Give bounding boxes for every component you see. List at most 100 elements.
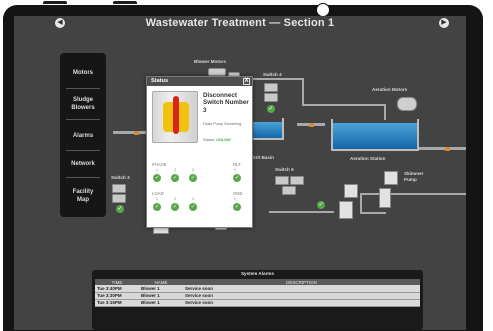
pump-icon[interactable] bbox=[339, 201, 353, 219]
switch3-icon[interactable] bbox=[112, 194, 126, 203]
pump-icon[interactable] bbox=[344, 184, 358, 198]
switch4-icon[interactable] bbox=[264, 93, 278, 102]
skimmer-pump-icon[interactable] bbox=[384, 171, 398, 185]
alarm-description: Service soon bbox=[183, 285, 420, 293]
phase1-ok-icon: ✓ bbox=[153, 174, 161, 182]
status-popup: Status X Disconnect Switch Number 3 Drai… bbox=[146, 76, 253, 228]
switch4-label: Switch 4 bbox=[263, 72, 282, 77]
alarm-description: Service soon bbox=[183, 292, 420, 300]
pipe bbox=[302, 104, 384, 106]
popup-header: Status X bbox=[147, 77, 252, 86]
sidebar-item-alarms[interactable]: Alarms bbox=[60, 133, 106, 141]
switch5-icon[interactable] bbox=[290, 176, 304, 185]
load-num: 3 bbox=[192, 197, 195, 201]
table-row[interactable]: Tue 3:30PM Blower 1 Service soon bbox=[95, 292, 420, 300]
grit-basin-tank[interactable] bbox=[250, 118, 284, 140]
load-label: LOAD bbox=[152, 191, 164, 196]
blower-motors-label: Blower Motors bbox=[194, 59, 226, 64]
dlt-label: DLT bbox=[233, 162, 241, 167]
valve-icon bbox=[309, 122, 314, 127]
phase3-ok-icon: ✓ bbox=[189, 174, 197, 182]
phase-num: 2 bbox=[174, 168, 177, 172]
dlt-ok-icon: ✓ bbox=[233, 174, 241, 182]
table-row[interactable]: Tue 3:15PM Blower 1 Service soon bbox=[95, 299, 420, 307]
device-button bbox=[43, 1, 67, 4]
switch5-ok-icon: ✓ bbox=[317, 201, 325, 209]
camera-icon bbox=[316, 3, 330, 17]
divider bbox=[66, 119, 100, 120]
alarm-name: Blower 1 bbox=[139, 285, 183, 293]
switch5-label: Switch 5 bbox=[275, 167, 294, 172]
device-name: Disconnect Switch Number 3 bbox=[203, 92, 249, 114]
pipe bbox=[360, 193, 362, 213]
divider bbox=[66, 177, 100, 178]
pipe bbox=[252, 78, 302, 80]
gnd-icon: ⏚ bbox=[233, 197, 237, 201]
sidebar-item-sludge-blowers[interactable]: Sludge Blowers bbox=[60, 97, 106, 112]
load-num: 2 bbox=[174, 197, 177, 201]
pipe bbox=[419, 147, 466, 150]
tablet-frame: Wastewater Treatment — Section 1 ◀ ▶ Blo… bbox=[3, 1, 483, 331]
load3-ok-icon: ✓ bbox=[189, 203, 197, 211]
gnd-label: GND bbox=[233, 191, 243, 196]
switch5-icon[interactable] bbox=[275, 176, 289, 185]
divider bbox=[66, 88, 100, 89]
load2-ok-icon: ✓ bbox=[171, 203, 179, 211]
switch-handle bbox=[173, 96, 179, 134]
aeration-station-label: Aeration Station bbox=[350, 156, 386, 161]
pipe bbox=[269, 211, 334, 213]
load-num: 1 bbox=[156, 197, 159, 201]
switch3-icon[interactable] bbox=[112, 184, 126, 193]
alarm-description: Service soon bbox=[183, 299, 420, 307]
alarms-title: System Alarms bbox=[240, 271, 275, 276]
status-label: Status: bbox=[203, 137, 216, 142]
alarm-time: Tue 3:15PM bbox=[95, 299, 139, 307]
device-button bbox=[113, 1, 137, 4]
phase-num: 3 bbox=[192, 168, 195, 172]
phase-label: PHASE bbox=[152, 162, 167, 167]
status-badge: ONLINE bbox=[216, 137, 231, 142]
switch-knob bbox=[163, 96, 189, 134]
alarm-name: Blower 1 bbox=[139, 292, 183, 300]
aeration-motors-label: Aeration Motors bbox=[372, 87, 408, 92]
alarms-table: TIME NAME DESCRIPTION Tue 3:40PM Blower … bbox=[95, 279, 420, 307]
switch3-label: Switch 3 bbox=[111, 175, 130, 180]
sidebar: Motors Sludge Blowers Alarms Network Fac… bbox=[60, 53, 106, 217]
table-row[interactable]: Tue 3:40PM Blower 1 Service soon bbox=[95, 285, 420, 293]
alarm-time: Tue 3:30PM bbox=[95, 292, 139, 300]
phase-num: 1 bbox=[156, 168, 159, 172]
divider bbox=[66, 150, 100, 151]
switch5-icon[interactable] bbox=[282, 186, 296, 195]
screen: Wastewater Treatment — Section 1 ◀ ▶ Blo… bbox=[14, 16, 466, 330]
switch3-ok-icon: ✓ bbox=[116, 205, 124, 213]
pipe bbox=[384, 104, 386, 120]
grit-basin-label: Grit Basin bbox=[252, 155, 274, 160]
valve-icon bbox=[445, 146, 450, 151]
dlt-icon: ⏚ bbox=[233, 168, 237, 172]
blower-motor-icon[interactable] bbox=[208, 68, 226, 76]
device-subtitle: Drain Pump Screening bbox=[203, 122, 242, 126]
aeration-station-tank[interactable] bbox=[331, 119, 419, 151]
water-fill bbox=[333, 123, 417, 149]
alarm-time: Tue 3:40PM bbox=[95, 285, 139, 293]
sidebar-item-motors[interactable]: Motors bbox=[60, 70, 106, 78]
switch4-ok-icon: ✓ bbox=[267, 105, 275, 113]
disconnect-switch-image bbox=[152, 91, 198, 143]
pipe bbox=[360, 193, 466, 195]
pipe bbox=[302, 78, 304, 105]
popup-title: Status bbox=[151, 78, 169, 84]
aeration-motor-icon[interactable] bbox=[397, 97, 417, 111]
close-icon[interactable]: X bbox=[243, 78, 250, 85]
gnd-ok-icon: ✓ bbox=[233, 203, 241, 211]
status-line: Status: ONLINE bbox=[203, 137, 231, 142]
load1-ok-icon: ✓ bbox=[153, 203, 161, 211]
phase2-ok-icon: ✓ bbox=[171, 174, 179, 182]
alarm-name: Blower 1 bbox=[139, 299, 183, 307]
pump-icon[interactable] bbox=[379, 188, 391, 208]
sidebar-item-network[interactable]: Network bbox=[60, 161, 106, 169]
skimmer-pump-label: Skimmer Pump bbox=[404, 171, 424, 182]
switch4-icon[interactable] bbox=[264, 83, 278, 92]
pipe bbox=[360, 212, 386, 214]
sidebar-item-facility-map[interactable]: Facility Map bbox=[60, 189, 106, 204]
water-fill bbox=[252, 122, 282, 138]
